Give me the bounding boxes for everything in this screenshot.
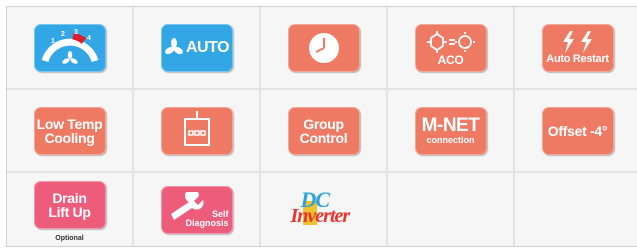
self-diagnosis-badge: Self Diagnosis [160,185,233,234]
wired-remote-icon [183,110,210,146]
timer-badge [287,23,360,72]
cell-aco: ACO [388,7,513,88]
cooling-label: Cooling [44,129,95,146]
cell-auto-restart: Auto Restart [515,7,637,88]
dial-label-1: 1 [51,38,55,45]
cell-wired-remote [134,90,259,171]
clock-icon [308,32,339,63]
dial-label-4: 4 [87,35,91,42]
diagnosis-label: Diagnosis [185,217,229,228]
mnet-badge: M-NET connection [414,106,487,155]
auto-restart-badge: Auto Restart [541,23,614,72]
inverter-label: Inverter [290,204,351,227]
lightning-icon [562,31,592,53]
mnet-connection-label: connection [426,135,475,145]
optional-caption: Optional [55,235,84,242]
group-control-badge: Group Control [287,106,360,155]
feature-grid: 1 2 3 4 AUTO ACO Auto Restart Low Temp C… [6,6,637,247]
auto-fan-label: AUTO [185,38,230,56]
dc-inverter-logo: DC Inverter [279,185,369,235]
wired-remote-badge [160,106,233,155]
drain-lift-badge: Drain Lift Up [33,180,106,229]
self-diagnosis-text: Self Diagnosis [185,209,229,228]
cell-empty-1 [388,173,513,246]
low-temp-label: Low Temp [36,115,103,132]
cell-drain-lift: Drain Lift Up Optional [7,173,132,246]
aco-icon [426,30,475,53]
cell-timer [261,7,386,88]
cell-low-temp-cooling: Low Temp Cooling [7,90,132,171]
cell-self-diagnosis: Self Diagnosis [134,173,259,246]
low-temp-cooling-badge: Low Temp Cooling [33,106,106,155]
dial-label-2: 2 [61,31,65,38]
mnet-label: M-NET [421,115,480,136]
aco-badge: ACO [414,23,487,72]
fan-icon [165,37,183,54]
cell-auto-fan: AUTO [134,7,259,88]
cell-fan-speed: 1 2 3 4 [7,7,132,88]
aco-label: ACO [437,52,464,67]
fan-speed-badge: 1 2 3 4 [33,23,106,72]
offset-label: Offset -4° [547,122,608,139]
lift-up-label: Lift Up [48,203,91,220]
cell-empty-2 [515,173,637,246]
control-label: Control [299,129,348,146]
fan-speed-dial-icon: 1 2 3 4 [41,29,98,64]
auto-fan-badge: AUTO [160,23,233,72]
dial-label-3: 3 [74,29,78,36]
auto-restart-label: Auto Restart [546,53,609,65]
cell-offset: Offset -4° [515,90,637,171]
cell-mnet: M-NET connection [388,90,513,171]
drain-label: Drain [52,189,87,206]
group-label: Group [303,115,344,132]
offset-badge: Offset -4° [541,106,614,155]
cell-dc-inverter: DC Inverter [261,173,386,246]
cell-group-control: Group Control [261,90,386,171]
